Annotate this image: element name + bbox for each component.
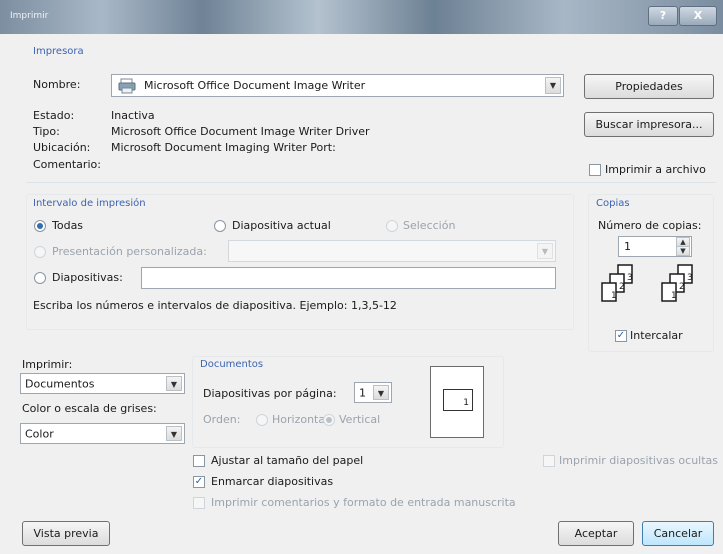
print-comments-label[interactable]: Imprimir comentarios y formato de entrad… <box>211 496 516 509</box>
print-what-select[interactable]: Documentos ▼ <box>20 373 185 394</box>
handout-preview: 1 <box>430 366 484 438</box>
svg-text:2: 2 <box>619 282 625 292</box>
copies-count-value: 1 <box>624 240 631 253</box>
type-value: Microsoft Office Document Image Writer D… <box>111 125 370 138</box>
slides-per-page-value: 1 <box>359 386 366 399</box>
print-hidden-label[interactable]: Imprimir diapositivas ocultas <box>559 454 718 467</box>
print-hidden-checkbox[interactable] <box>543 455 555 467</box>
spin-down-icon[interactable]: ▼ <box>676 246 690 256</box>
scale-to-fit-checkbox[interactable] <box>193 455 205 467</box>
all-slides-label[interactable]: Todas <box>52 219 83 232</box>
preview-button[interactable]: Vista previa <box>22 521 110 546</box>
print-comments-checkbox[interactable] <box>193 497 205 509</box>
color-value: Color <box>25 427 54 440</box>
find-printer-button[interactable]: Buscar impresora... <box>584 112 714 137</box>
printer-name-label: Nombre: <box>33 78 81 91</box>
order-vertical-radio[interactable] <box>323 414 335 426</box>
collate-checkbox[interactable]: ✓ <box>615 330 627 342</box>
slides-input[interactable] <box>141 267 556 289</box>
scale-to-fit-label[interactable]: Ajustar al tamaño del papel <box>211 454 363 467</box>
svg-text:1: 1 <box>611 291 617 301</box>
printer-name-value: Microsoft Office Document Image Writer <box>144 79 366 92</box>
window-title: Imprimir <box>10 11 49 21</box>
slides-per-page-label: Diapositivas por página: <box>203 387 337 400</box>
print-to-file-checkbox[interactable] <box>589 164 601 176</box>
help-button[interactable]: ? <box>648 6 678 26</box>
print-range-title: Intervalo de impresión <box>33 198 146 209</box>
close-button[interactable]: X <box>679 6 717 26</box>
svg-text:3: 3 <box>627 273 633 283</box>
order-vertical-label[interactable]: Vertical <box>339 413 380 426</box>
selection-radio[interactable] <box>386 220 398 232</box>
current-slide-radio[interactable] <box>214 220 226 232</box>
copies-count-label: Número de copias: <box>598 219 702 232</box>
svg-text:2: 2 <box>679 282 685 292</box>
properties-button[interactable]: Propiedades <box>584 74 714 99</box>
printer-section-title: Impresora <box>33 46 84 57</box>
status-value: Inactiva <box>111 109 155 122</box>
order-horizontal-radio[interactable] <box>256 414 268 426</box>
handout-preview-slide: 1 <box>443 389 473 411</box>
chevron-down-icon[interactable]: ▼ <box>166 376 182 391</box>
title-bar[interactable]: Imprimir ? X <box>0 0 723 34</box>
svg-text:1: 1 <box>671 291 677 301</box>
slides-radio[interactable] <box>34 272 46 284</box>
order-horizontal-label[interactable]: Horizontal <box>272 413 328 426</box>
selection-label[interactable]: Selección <box>403 219 455 232</box>
printer-icon <box>118 78 136 97</box>
chevron-down-icon[interactable]: ▼ <box>166 426 182 441</box>
printer-name-select[interactable]: Microsoft Office Document Image Writer ▼ <box>111 74 564 97</box>
location-value: Microsoft Document Imaging Writer Port: <box>111 141 336 154</box>
printer-divider <box>26 182 716 183</box>
custom-show-radio[interactable] <box>34 246 46 258</box>
type-label: Tipo: <box>33 125 60 138</box>
slides-label[interactable]: Diapositivas: <box>52 271 123 284</box>
frame-slides-label[interactable]: Enmarcar diapositivas <box>211 475 333 488</box>
copies-title: Copias <box>596 198 630 209</box>
collate-illustration-icon: 321 321 <box>594 262 712 321</box>
status-label: Estado: <box>33 109 75 122</box>
color-select[interactable]: Color ▼ <box>20 423 185 444</box>
cancel-button[interactable]: Cancelar <box>642 521 714 546</box>
chevron-down-icon[interactable]: ▼ <box>537 243 553 259</box>
comment-label: Comentario: <box>33 158 101 171</box>
handout-preview-number: 1 <box>463 398 469 408</box>
copies-count-input[interactable]: 1 ▲ ▼ <box>618 236 692 257</box>
svg-text:3: 3 <box>687 273 693 283</box>
collate-label[interactable]: Intercalar <box>630 329 683 342</box>
print-what-label: Imprimir: <box>22 358 73 371</box>
chevron-down-icon[interactable]: ▼ <box>545 77 561 94</box>
location-label: Ubicación: <box>33 141 91 154</box>
current-slide-label[interactable]: Diapositiva actual <box>232 219 331 232</box>
chevron-down-icon[interactable]: ▼ <box>373 385 389 400</box>
order-label: Orden: <box>203 413 241 426</box>
custom-show-label[interactable]: Presentación personalizada: <box>52 245 207 258</box>
print-to-file-label[interactable]: Imprimir a archivo <box>605 163 706 176</box>
custom-show-select[interactable]: ▼ <box>228 240 556 262</box>
all-slides-radio[interactable] <box>34 220 46 232</box>
range-hint: Escriba los números e intervalos de diap… <box>33 299 397 312</box>
print-what-value: Documentos <box>25 377 95 390</box>
handouts-title: Documentos <box>200 359 264 370</box>
frame-slides-checkbox[interactable]: ✓ <box>193 476 205 488</box>
ok-button[interactable]: Aceptar <box>558 521 634 546</box>
color-label: Color o escala de grises: <box>22 402 157 415</box>
slides-per-page-select[interactable]: 1 ▼ <box>354 382 392 403</box>
print-dialog: Imprimir ? X Impresora Nombre: Microsoft… <box>0 0 723 554</box>
